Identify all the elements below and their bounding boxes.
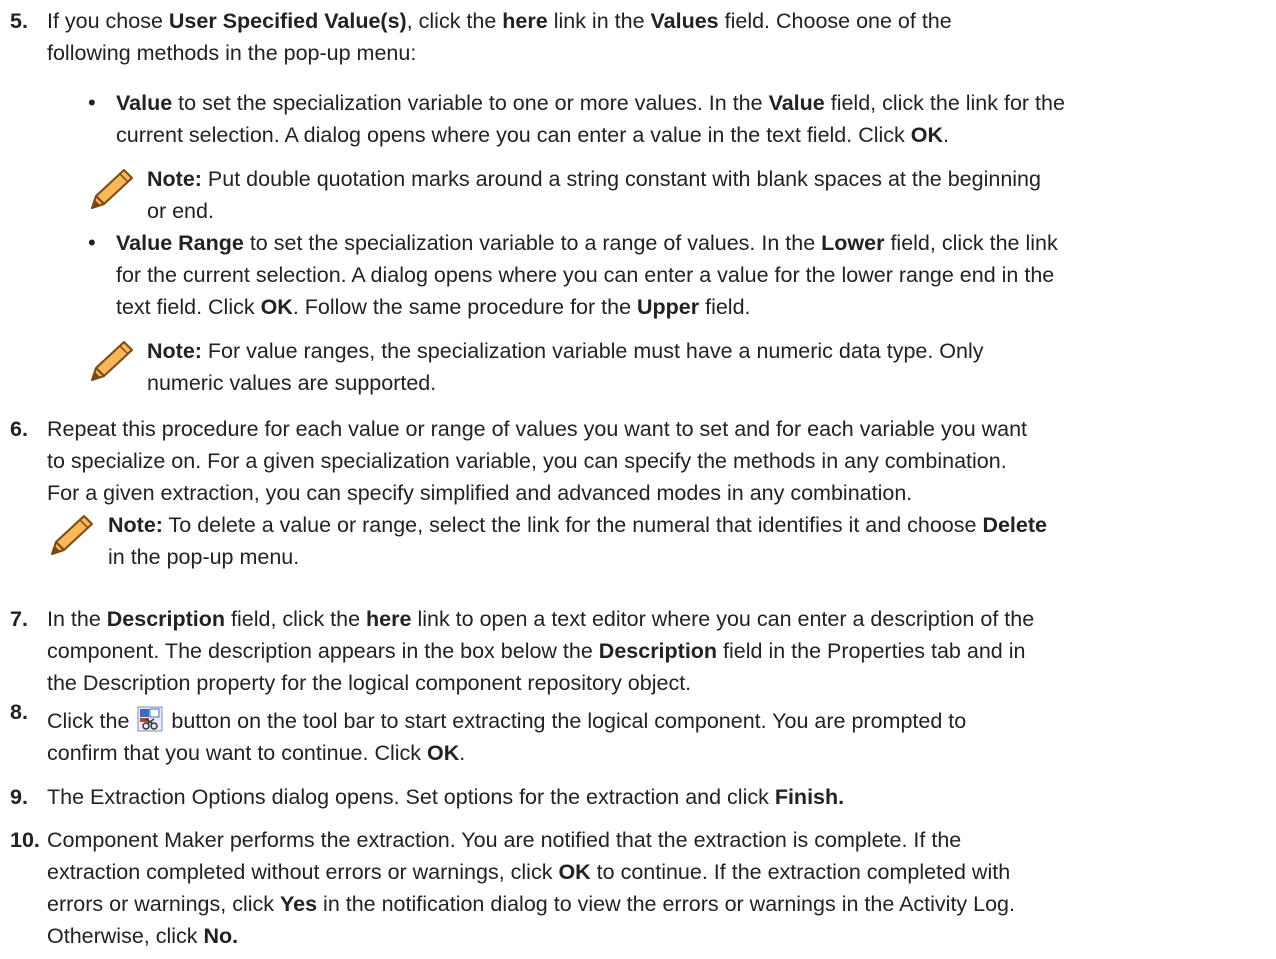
step-number: 9.: [10, 785, 28, 809]
step-number: 8.: [10, 700, 28, 724]
step-number: 5.: [10, 9, 28, 33]
pencil-icon: [51, 515, 93, 555]
note-text-line: or end.: [147, 199, 214, 223]
step-text-line: Component Maker performs the extraction.…: [47, 828, 962, 852]
extract-component-icon: [137, 706, 163, 732]
step-number: 6.: [10, 417, 28, 441]
note-text-line: in the pop-up menu.: [108, 545, 300, 569]
document-page: 5. If you chose User Specified Value(s),…: [0, 0, 1276, 959]
step-text-line: component. The description appears in th…: [47, 639, 1026, 663]
step-text-line: confirm that you want to continue. Click…: [47, 741, 466, 765]
bullet-text-line: text field. Click OK. Follow the same pr…: [116, 295, 751, 319]
note-text-line: Note: For value ranges, the specializati…: [147, 339, 984, 363]
step-number: 10.: [10, 828, 40, 852]
bullet-dot: •: [88, 230, 96, 255]
step-text-line: to specialize on. For a given specializa…: [47, 449, 1007, 473]
step-text-line: Repeat this procedure for each value or …: [47, 417, 1028, 441]
step-text-line: the Description property for the logical…: [47, 671, 692, 695]
step-text-line: Otherwise, click No.: [47, 924, 239, 948]
bullet-text-line: current selection. A dialog opens where …: [116, 123, 949, 147]
step-text-line: Click the button on the tool bar to star…: [47, 706, 966, 736]
step-text-line: extraction completed without errors or w…: [47, 860, 1011, 884]
bullet-dot: •: [88, 90, 96, 115]
step-text-line: following methods in the pop-up menu:: [47, 41, 417, 65]
bullet-text-line: Value to set the specialization variable…: [116, 91, 1065, 115]
step-text-line: errors or warnings, click Yes in the not…: [47, 892, 1015, 916]
note-text-line: numeric values are supported.: [147, 371, 437, 395]
step-text-line: If you chose User Specified Value(s), cl…: [47, 9, 952, 33]
pencil-icon: [91, 341, 133, 381]
step-text-line: In the Description field, click the here…: [47, 607, 1035, 631]
step-number: 7.: [10, 607, 28, 631]
note-text-line: Note: To delete a value or range, select…: [108, 513, 1047, 537]
note-text-line: Note: Put double quotation marks around …: [147, 167, 1041, 191]
bullet-text-line: for the current selection. A dialog open…: [116, 263, 1055, 287]
step-text-line: For a given extraction, you can specify …: [47, 481, 913, 505]
bullet-text-line: Value Range to set the specialization va…: [116, 231, 1058, 255]
pencil-icon: [91, 169, 133, 209]
step-text-line: The Extraction Options dialog opens. Set…: [47, 785, 845, 809]
